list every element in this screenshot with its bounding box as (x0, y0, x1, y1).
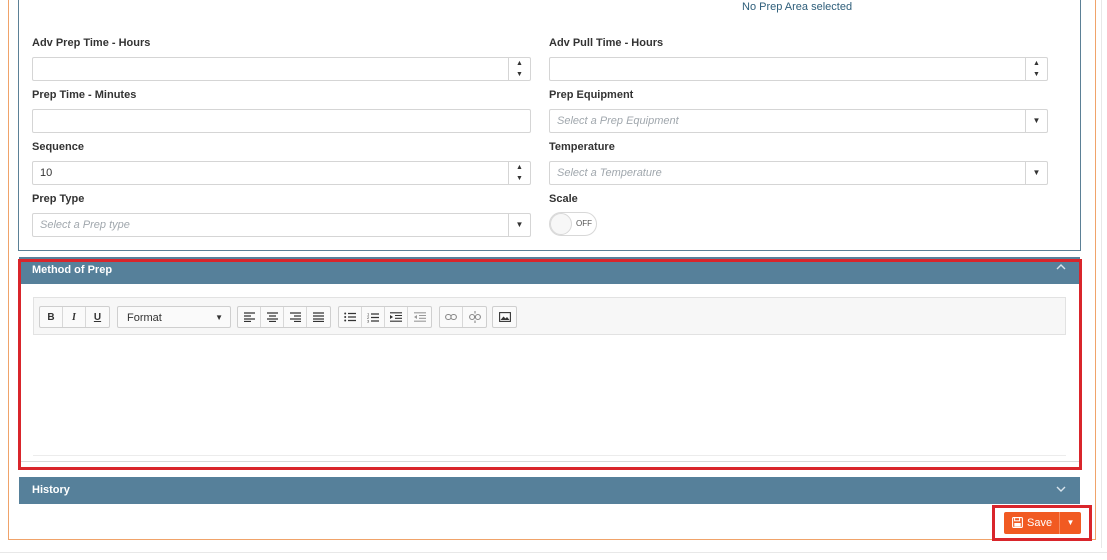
history-title: History (32, 484, 70, 496)
chevron-down-icon[interactable] (1056, 484, 1066, 497)
prep-time-minutes-label: Prep Time - Minutes (32, 89, 137, 101)
history-header[interactable]: History (19, 477, 1080, 504)
spin-up-icon[interactable]: ▲ (509, 162, 530, 173)
adv-pull-time-input[interactable]: ▲ ▼ (549, 57, 1048, 81)
temperature-select[interactable]: Select a Temperature ▼ (549, 161, 1048, 185)
sequence-spinner: ▲ ▼ (508, 162, 530, 184)
scrollbar-track (1101, 0, 1102, 548)
chevron-down-icon[interactable]: ▼ (1025, 110, 1047, 132)
prep-type-select[interactable]: Select a Prep type ▼ (32, 213, 531, 237)
spin-down-icon[interactable]: ▼ (1026, 69, 1047, 80)
sequence-value: 10 (40, 167, 53, 179)
spin-up-icon[interactable]: ▲ (509, 58, 530, 69)
temperature-placeholder: Select a Temperature (557, 167, 662, 179)
prep-equipment-placeholder: Select a Prep Equipment (557, 115, 679, 127)
adv-prep-time-input[interactable]: ▲ ▼ (32, 57, 531, 81)
chevron-down-icon[interactable]: ▼ (508, 214, 530, 236)
scale-toggle-state: OFF (576, 219, 592, 228)
prep-type-placeholder: Select a Prep type (40, 219, 130, 231)
toggle-knob (550, 213, 572, 235)
prep-area-status: No Prep Area selected (742, 1, 853, 13)
method-of-prep-highlight (18, 259, 1082, 470)
adv-prep-time-spinner: ▲ ▼ (508, 58, 530, 80)
prep-equipment-select[interactable]: Select a Prep Equipment ▼ (549, 109, 1048, 133)
sequence-label: Sequence (32, 141, 84, 153)
prep-type-label: Prep Type (32, 193, 85, 205)
spin-down-icon[interactable]: ▼ (509, 173, 530, 184)
adv-pull-time-spinner: ▲ ▼ (1025, 58, 1047, 80)
sequence-input[interactable]: 10 ▲ ▼ (32, 161, 531, 185)
spin-up-icon[interactable]: ▲ (1026, 58, 1047, 69)
adv-pull-time-label: Adv Pull Time - Hours (549, 37, 664, 49)
prep-equipment-label: Prep Equipment (549, 89, 634, 101)
adv-prep-time-label: Adv Prep Time - Hours (32, 37, 151, 49)
scale-toggle[interactable]: OFF (549, 212, 597, 236)
save-highlight (992, 505, 1092, 541)
scale-label: Scale (549, 193, 578, 205)
chevron-down-icon[interactable]: ▼ (1025, 162, 1047, 184)
page-divider (0, 552, 1107, 553)
temperature-label: Temperature (549, 141, 615, 153)
prep-time-minutes-input[interactable] (32, 109, 531, 133)
spin-down-icon[interactable]: ▼ (509, 69, 530, 80)
